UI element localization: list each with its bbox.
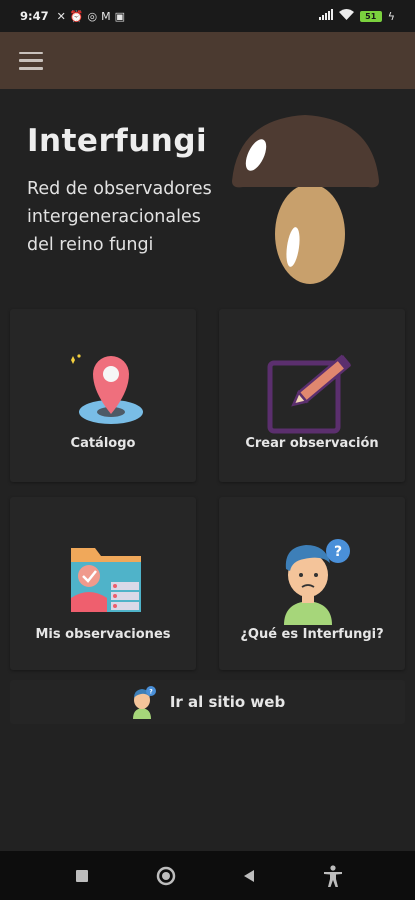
accessibility-button[interactable] [313,856,353,896]
person-question-icon: ? [132,686,156,719]
hamburger-menu-icon[interactable] [19,51,43,70]
square-icon [75,869,88,882]
edit-note-icon [267,354,352,434]
charging-icon: ϟ [387,9,395,23]
subtitle-line: intergeneracionales [27,207,201,227]
catalog-card[interactable]: Catálogo [10,309,196,482]
gmail-icon: M [101,9,111,23]
status-time: 9:47 [20,9,49,23]
system-nav-bar [0,851,415,900]
app-bar [0,32,415,89]
home-button[interactable] [146,856,186,896]
status-bar: 9:47 ✕ ⏰ ◎ M ▣ 51 ϟ [0,0,415,32]
app-title: Interfungi [27,123,208,159]
map-pin-icon [71,354,143,424]
confused-person-icon: ? [284,539,350,625]
recents-button[interactable] [62,856,102,896]
create-observation-card[interactable]: Crear observación [219,309,405,482]
whatsapp-icon: ◎ [87,9,98,23]
battery-icon: 51 [359,10,382,22]
back-triangle-icon [244,869,255,882]
svg-text:?: ? [334,544,342,560]
mushroom-icon [232,115,379,284]
wifi-icon [338,9,354,23]
back-button[interactable] [229,856,269,896]
signal-icon [318,9,333,23]
about-card[interactable]: ? ¿Qué es Interfungi? [219,497,405,670]
alarm-icon: ⏰ [69,9,84,23]
website-link-label: Ir al sitio web [169,693,286,711]
app-subtitle: Red de observadores intergeneracionales … [27,175,227,259]
create-observation-label: Crear observación [245,436,379,451]
website-link-button[interactable]: ? Ir al sitio web [10,680,405,724]
twitch-icon: ▣ [114,9,126,23]
my-observations-label: Mis observaciones [35,627,171,642]
circle-icon [156,866,175,885]
subtitle-line: del reino fungi [27,235,154,255]
hero-banner: Interfungi Red de observadores intergene… [0,89,415,299]
subtitle-line: Red de observadores [27,179,212,199]
catalog-label: Catálogo [70,436,136,451]
about-label: ¿Qué es Interfungi? [240,627,384,642]
accessibility-icon [324,864,343,887]
my-observations-card[interactable]: Mis observaciones [10,497,196,670]
mute-icon: ✕ [56,9,66,23]
folder-observations-icon [71,548,141,612]
svg-text:?: ? [149,689,153,696]
